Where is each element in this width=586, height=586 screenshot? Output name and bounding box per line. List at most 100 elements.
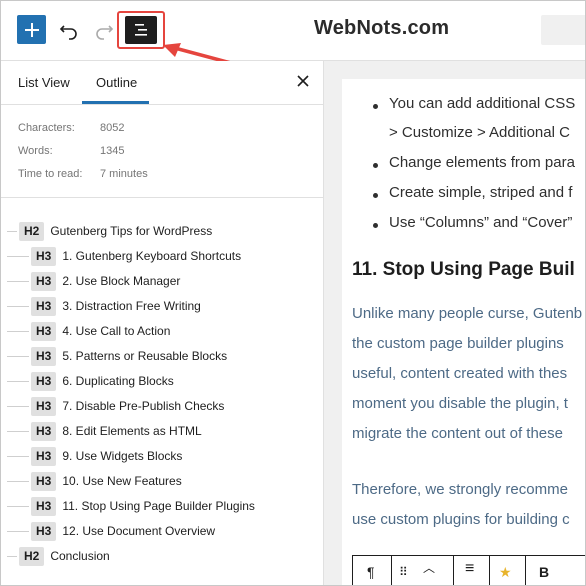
- document-overview-icon: [135, 24, 147, 36]
- outline-item[interactable]: H3 5. Patterns or Reusable Blocks: [1, 346, 227, 366]
- outline-item[interactable]: H3 1. Gutenberg Keyboard Shortcuts: [1, 246, 241, 266]
- active-tab-indicator: [82, 101, 149, 104]
- heading-level-badge: H3: [31, 246, 57, 266]
- outline-connector: [7, 381, 29, 382]
- paragraph-line: Therefore, we strongly recomme: [352, 481, 568, 498]
- stat-value: 8052: [100, 122, 125, 134]
- bullet-line: > Customize > Additional C: [389, 124, 570, 141]
- heading-level-badge: H3: [31, 421, 57, 441]
- outline-item-text: 7. Disable Pre-Publish Checks: [62, 399, 225, 413]
- align-icon[interactable]: ≡: [465, 560, 474, 578]
- outline-item[interactable]: H3 6. Duplicating Blocks: [1, 371, 174, 391]
- outline-connector: [7, 431, 29, 432]
- outline-item[interactable]: H3 9. Use Widgets Blocks: [1, 446, 182, 466]
- toolbar-separator: [525, 556, 526, 585]
- outline-connector: [7, 356, 29, 357]
- toolbar-separator: [391, 556, 392, 585]
- heading-level-badge: H2: [19, 546, 45, 566]
- outline-item[interactable]: H3 2. Use Block Manager: [1, 271, 180, 291]
- paragraph-line: Unlike many people curse, Gutenb: [352, 305, 583, 322]
- bullet-dot: [373, 193, 378, 198]
- outline-connector: [7, 256, 29, 257]
- outline-item-text: 3. Distraction Free Writing: [62, 299, 201, 313]
- stat-value: 1345: [100, 145, 125, 157]
- paragraph-line: the custom page builder plugins: [352, 335, 564, 352]
- bullet-line: Use “Columns” and “Cover”: [389, 214, 573, 231]
- heading-level-badge: H3: [31, 496, 57, 516]
- bullet-line: Change elements from para: [389, 154, 575, 171]
- outline-item-text: Conclusion: [50, 549, 110, 563]
- heading-level-badge: H3: [31, 521, 57, 541]
- tab-outline[interactable]: Outline: [96, 75, 137, 90]
- bullet-dot: [373, 104, 378, 109]
- stat-characters: Characters: 8052: [18, 122, 124, 134]
- heading-level-badge: H3: [31, 446, 57, 466]
- section-heading: 11. Stop Using Page Buil: [352, 259, 575, 280]
- stat-label: Characters:: [18, 122, 75, 134]
- heading-level-badge: H3: [31, 346, 57, 366]
- redo-button[interactable]: [91, 17, 117, 43]
- stat-words: Words: 1345: [18, 145, 124, 157]
- tab-list-view[interactable]: List View: [18, 75, 70, 90]
- heading-level-badge: H3: [31, 471, 57, 491]
- sidebar-tabs: List View Outline: [1, 61, 323, 105]
- heading-level-badge: H3: [31, 271, 57, 291]
- toolbar-pill-button[interactable]: [541, 15, 585, 45]
- outline-connector: [7, 281, 29, 282]
- toolbar-separator: [489, 556, 490, 585]
- heading-level-badge: H3: [31, 396, 57, 416]
- add-block-button[interactable]: [17, 15, 46, 44]
- outline-connector: [7, 506, 29, 507]
- outline-connector: [7, 406, 29, 407]
- close-icon: [297, 75, 309, 87]
- bullet-line: You can add additional CSS: [389, 95, 576, 112]
- document-stats: Characters: 8052 Words: 1345 Time to rea…: [1, 105, 323, 198]
- drag-handle-icon[interactable]: ⠿: [399, 565, 408, 579]
- paragraph-icon[interactable]: ¶: [367, 564, 375, 580]
- close-sidebar-button[interactable]: [295, 73, 311, 89]
- heading-level-badge: H3: [31, 296, 57, 316]
- outline-item-text: 6. Duplicating Blocks: [62, 374, 174, 388]
- star-icon[interactable]: ★: [499, 564, 512, 581]
- outline-connector: [7, 531, 29, 532]
- outline-connector: [7, 331, 29, 332]
- outline-item[interactable]: H3 11. Stop Using Page Builder Plugins: [1, 496, 255, 516]
- redo-icon: [96, 25, 114, 40]
- outline-item[interactable]: H3 12. Use Document Overview: [1, 521, 215, 541]
- outline-connector: [7, 556, 17, 557]
- toolbar-separator: [453, 556, 454, 585]
- paragraph-line: useful, content created with thes: [352, 365, 568, 382]
- stat-time-to-read: Time to read: 7 minutes: [18, 168, 148, 180]
- stat-label: Time to read:: [18, 168, 83, 180]
- document-overview-button[interactable]: [125, 16, 157, 44]
- heading-level-badge: H2: [19, 221, 45, 241]
- paragraph-line: use custom plugins for building c: [352, 511, 570, 528]
- paragraph-line: moment you disable the plugin, t: [352, 395, 568, 412]
- undo-button[interactable]: [56, 17, 82, 43]
- outline-item-text: 4. Use Call to Action: [62, 324, 171, 338]
- bullet-dot: [373, 163, 378, 168]
- plus-icon: [24, 22, 39, 37]
- outline-item[interactable]: H3 3. Distraction Free Writing: [1, 296, 201, 316]
- outline-item[interactable]: H2 Conclusion: [1, 546, 110, 566]
- outline-item-text: 12. Use Document Overview: [62, 524, 216, 538]
- paragraph-line: migrate the content out of these: [352, 425, 563, 442]
- outline-item-text: 11. Stop Using Page Builder Plugins: [62, 499, 255, 513]
- outline-item[interactable]: H2 Gutenberg Tips for WordPress: [1, 221, 212, 241]
- outline-item-text: 9. Use Widgets Blocks: [62, 449, 183, 463]
- outline-item[interactable]: H3 7. Disable Pre-Publish Checks: [1, 396, 224, 416]
- editor-toolbar: WebNots.com: [1, 1, 585, 73]
- move-up-icon[interactable]: ︿: [423, 559, 435, 576]
- post-content[interactable]: You can add additional CSS > Customize >…: [342, 79, 585, 585]
- editor-window: WebNots.com List View Outline Characters…: [0, 0, 586, 586]
- heading-level-badge: H3: [31, 321, 57, 341]
- bold-button[interactable]: B: [539, 564, 549, 580]
- outline-item[interactable]: H3 4. Use Call to Action: [1, 321, 170, 341]
- outline-item[interactable]: H3 8. Edit Elements as HTML: [1, 421, 202, 441]
- stat-value: 7 minutes: [100, 168, 148, 180]
- outline-item[interactable]: H3 10. Use New Features: [1, 471, 182, 491]
- bullet-dot: [373, 223, 378, 228]
- heading-level-badge: H3: [31, 371, 57, 391]
- block-toolbar: ¶ ⠿ ︿ ≡ ★ B: [352, 555, 585, 585]
- bullet-line: Create simple, striped and f: [389, 184, 573, 201]
